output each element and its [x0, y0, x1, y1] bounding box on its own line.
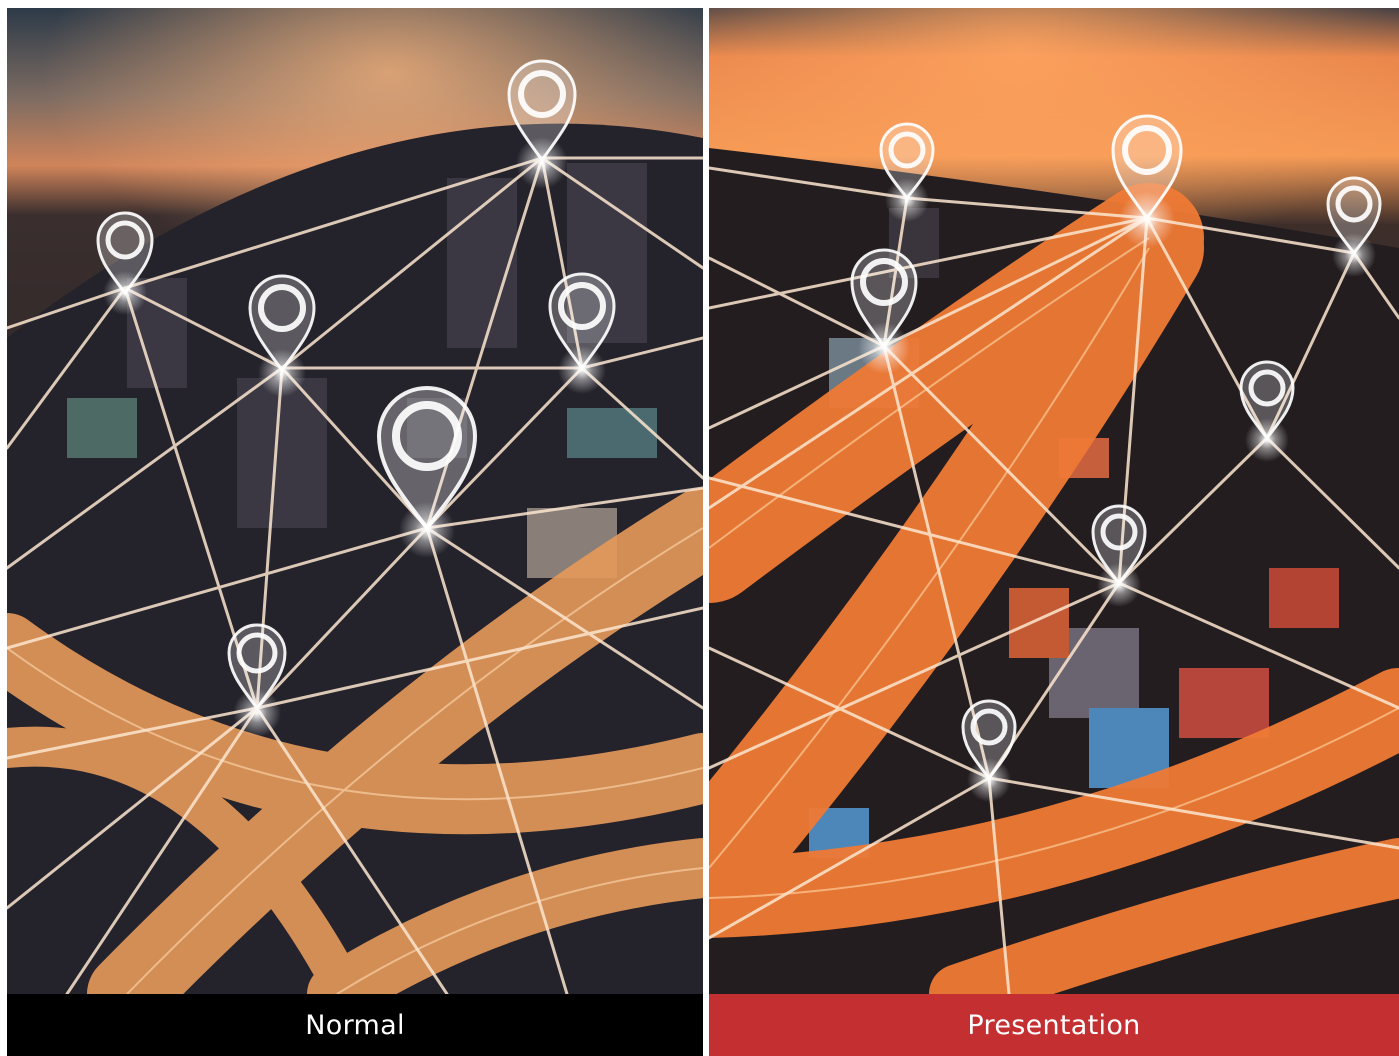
presentation-panel: Presentation	[709, 8, 1399, 1056]
normal-scene-image	[7, 8, 703, 994]
normal-panel: Normal	[7, 8, 703, 1056]
presentation-caption-label: Presentation	[967, 1009, 1141, 1041]
presentation-scene-image	[709, 8, 1399, 994]
normal-caption: Normal	[7, 994, 703, 1056]
normal-caption-label: Normal	[305, 1009, 405, 1041]
presentation-caption: Presentation	[709, 994, 1399, 1056]
